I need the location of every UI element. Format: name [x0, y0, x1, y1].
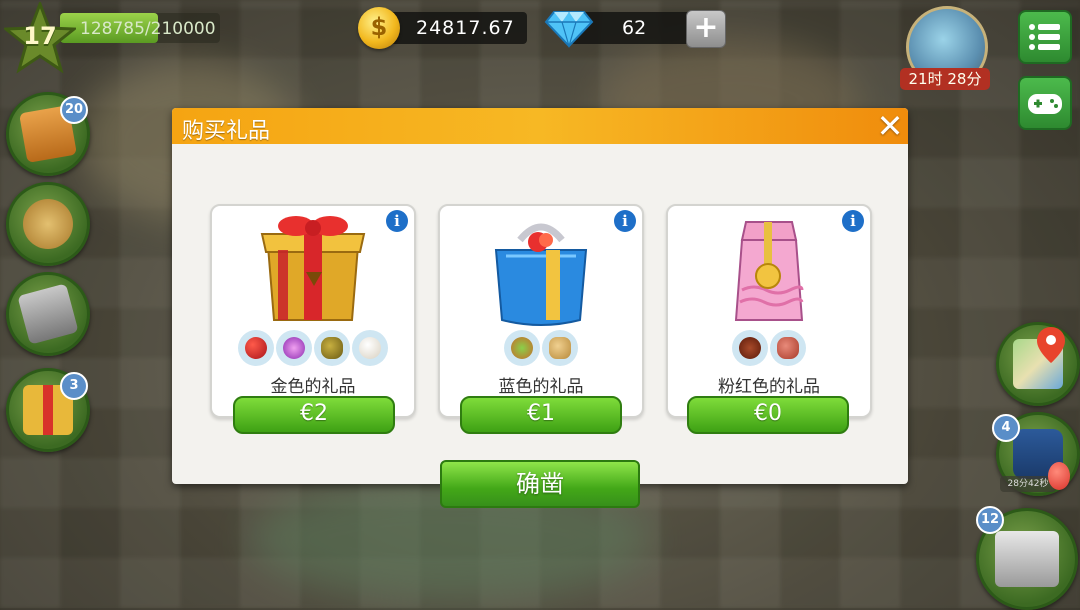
- meat-icon: [770, 330, 806, 366]
- cooking-pot-button[interactable]: [6, 182, 90, 266]
- diamond-icon: [544, 11, 594, 48]
- gold-gift-icon: [260, 216, 366, 321]
- purple-flower-icon: [276, 330, 312, 366]
- games-button[interactable]: [1018, 76, 1072, 130]
- herbs-icon: [504, 330, 540, 366]
- cocoa-bean-icon: [314, 330, 350, 366]
- level-number: 17: [23, 22, 57, 50]
- gift-card-gold[interactable]: i 金色的礼品: [210, 204, 416, 418]
- ingredient-list: [668, 330, 870, 370]
- blue-gift-icon: [494, 223, 588, 326]
- buy-blue-gift-button[interactable]: €1: [460, 396, 622, 434]
- cash-register-icon: [995, 531, 1059, 587]
- level-star[interactable]: 17: [4, 2, 76, 74]
- pink-gift-icon: [734, 221, 804, 321]
- info-icon[interactable]: i: [614, 210, 636, 232]
- coin-amount: 24817.67: [416, 17, 515, 39]
- star-anise-icon: [732, 330, 768, 366]
- ingredient-list: [212, 330, 414, 370]
- ingredient-list: [440, 330, 642, 370]
- ginger-icon: [542, 330, 578, 366]
- gift-card-pink[interactable]: i 粉红色的礼品: [666, 204, 872, 418]
- info-icon[interactable]: i: [386, 210, 408, 232]
- gem-amount: 62: [622, 17, 647, 39]
- timer-label: 21时 28分: [900, 68, 990, 90]
- eggs-icon: [352, 330, 388, 366]
- confirm-button[interactable]: 确凿: [440, 460, 640, 508]
- balloon-icon: [1048, 462, 1070, 490]
- telephone-button[interactable]: [6, 272, 90, 356]
- dialog-title: 购买礼品: [182, 119, 271, 144]
- list-icon: [1029, 24, 1060, 50]
- close-button[interactable]: ✕: [874, 110, 906, 142]
- menu-button[interactable]: [1018, 10, 1072, 64]
- dialog-header: 购买礼品 ✕: [172, 108, 908, 144]
- event-timer[interactable]: 21时 28分: [900, 6, 990, 96]
- telephone-icon: [17, 283, 79, 345]
- xp-text: 128785/210000: [80, 19, 216, 39]
- xp-bar: 128785/210000: [60, 13, 220, 43]
- recipe-book-badge: 20: [60, 96, 88, 124]
- gamepad-icon: [1028, 94, 1062, 114]
- location-pin-icon: [1037, 327, 1065, 363]
- buy-gift-dialog: 购买礼品 ✕ i 金色的礼品 i 蓝色的礼品 i 粉红色的礼品 €2 €1 €0: [172, 108, 908, 484]
- buy-pink-gift-button[interactable]: €0: [687, 396, 849, 434]
- info-icon[interactable]: i: [842, 210, 864, 232]
- gift-name: 蓝色的礼品: [498, 377, 584, 397]
- add-gems-button[interactable]: +: [686, 10, 726, 48]
- buy-gold-gift-button[interactable]: €2: [233, 396, 395, 434]
- gift-card-blue[interactable]: i 蓝色的礼品: [438, 204, 644, 418]
- red-fruit-icon: [238, 330, 274, 366]
- cash-register-badge: 12: [976, 506, 1004, 534]
- pot-icon: [23, 199, 73, 249]
- gift-name: 粉红色的礼品: [718, 377, 820, 397]
- coffee-badge: 4: [992, 414, 1020, 442]
- coin-icon: $: [358, 7, 400, 49]
- gift-box-badge: 3: [60, 372, 88, 400]
- gift-name: 金色的礼品: [270, 377, 356, 397]
- map-button[interactable]: [996, 322, 1080, 406]
